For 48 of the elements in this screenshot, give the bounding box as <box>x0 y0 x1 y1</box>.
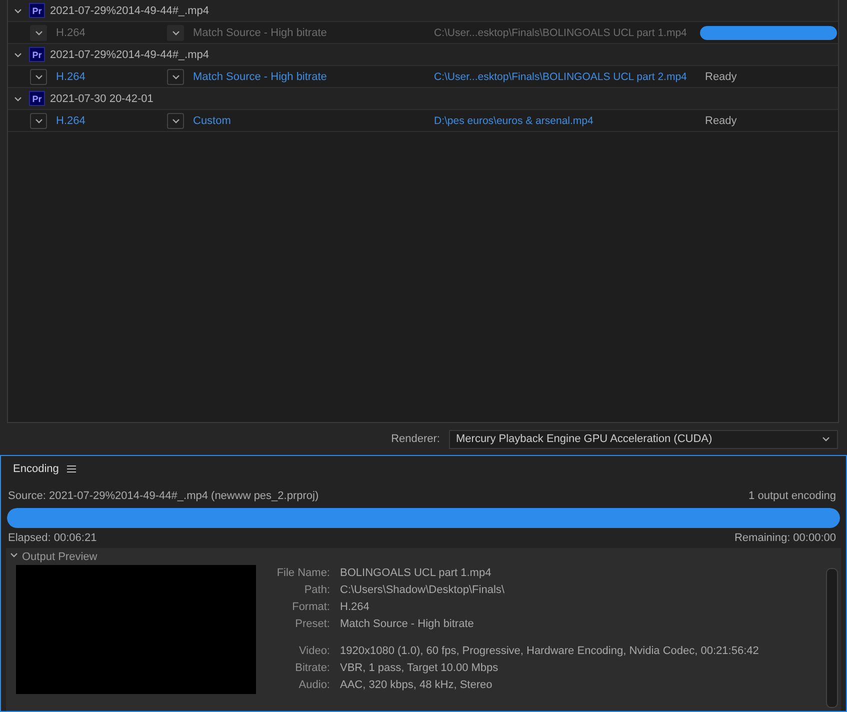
detail-label: Video: <box>298 645 330 657</box>
preset-dropdown-button[interactable] <box>167 68 184 84</box>
remaining-time: Remaining: 00:00:00 <box>734 532 836 544</box>
elapsed-time: Elapsed: 00:06:21 <box>8 532 97 544</box>
renderer-label: Renderer: <box>391 433 440 445</box>
detail-label: Audio: <box>298 679 330 691</box>
app-badge: Pr <box>29 47 45 62</box>
output-count: 1 output encoding <box>748 490 836 502</box>
status-text: Ready <box>704 70 738 82</box>
detail-value: 1920x1080 (1.0), 60 fps, Progressive, Hardware Encoding, Nvidia Codec, 00:21:56:42 <box>340 645 760 657</box>
format-dropdown-button[interactable] <box>30 112 47 128</box>
output-preview-header[interactable]: Output Preview <box>6 548 841 565</box>
app-badge: Pr <box>29 91 45 106</box>
scrollbar[interactable] <box>826 568 838 708</box>
output-path-link[interactable]: C:\User...esktop\Finals\BOLINGOALS UCL part 2.mp4 <box>434 70 700 84</box>
queue-group-header[interactable]: Pr 2021-07-29%2014-49-44#_.mp4 <box>8 0 838 22</box>
panel-tab[interactable]: Encoding <box>13 463 59 475</box>
preset-link[interactable]: Match Source - High bitrate <box>193 70 327 82</box>
renderer-dropdown[interactable]: Mercury Playback Engine GPU Acceleration (CUDA) <box>449 430 838 448</box>
status-text: Ready <box>704 114 738 126</box>
menu-icon[interactable] <box>66 465 76 473</box>
source-name: 2021-07-30 20-42-01 <box>50 92 154 104</box>
source-name: 2021-07-29%2014-49-44#_.mp4 <box>50 4 210 16</box>
source-text: Source: 2021-07-29%2014-49-44#_.mp4 (newww pes_2.prproj) <box>8 490 319 502</box>
preset-dropdown-button[interactable] <box>167 112 184 128</box>
detail-label: Bitrate: <box>294 662 330 674</box>
format-link[interactable]: H.264 <box>56 114 86 126</box>
detail-value: H.264 <box>340 601 370 613</box>
section-title: Output Preview <box>22 550 98 562</box>
dropdown-icon[interactable] <box>821 434 831 444</box>
queue-group-header[interactable]: Pr 2021-07-30 20-42-01 <box>8 88 838 110</box>
detail-value: Match Source - High bitrate <box>340 618 475 630</box>
format-dropdown-button[interactable] <box>30 68 47 84</box>
detail-label: Path: <box>303 584 330 596</box>
detail-value: C:\Users\Shadow\Desktop\Finals\ <box>340 584 506 596</box>
detail-label: Preset: <box>294 618 330 630</box>
queue-group-header[interactable]: Pr 2021-07-29%2014-49-44#_.mp4 <box>8 44 838 66</box>
source-name: 2021-07-29%2014-49-44#_.mp4 <box>50 48 210 60</box>
detail-value: AAC, 320 kbps, 48 kHz, Stereo <box>340 679 494 691</box>
detail-value: VBR, 1 pass, Target 10.00 Mbps <box>340 662 500 674</box>
detail-label: File Name: <box>276 567 330 579</box>
preset-link[interactable]: Custom <box>193 114 231 126</box>
detail-value: BOLINGOALS UCL part 1.mp4 <box>340 567 492 579</box>
chevron-icon[interactable] <box>9 550 19 560</box>
format-link[interactable]: H.264 <box>56 70 86 82</box>
output-path-link[interactable]: D:\pes euros\euros & arsenal.mp4 <box>434 114 700 128</box>
detail-label: Format: <box>291 601 330 613</box>
app-badge: Pr <box>29 3 45 18</box>
